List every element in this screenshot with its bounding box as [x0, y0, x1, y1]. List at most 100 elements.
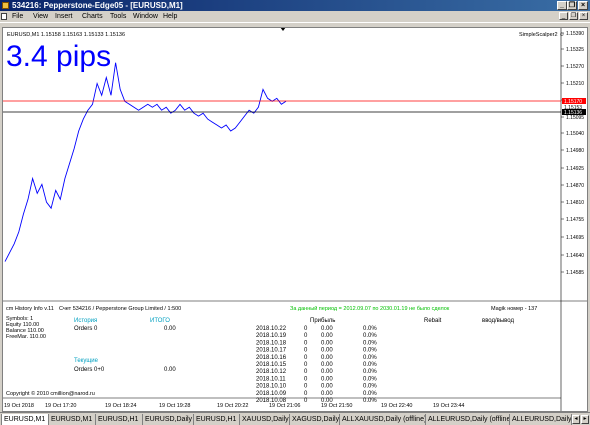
menu-file[interactable]: File [12, 11, 23, 22]
tab-scroll-right-icon[interactable]: ▸ [581, 415, 589, 424]
row-date: 2018.10.18 [256, 340, 287, 346]
menu-view[interactable]: View [33, 11, 48, 22]
price-axis-ticks: 1.153901.153251.152701.152101.151501.150… [561, 31, 584, 276]
mdi-close-button[interactable]: × [579, 12, 588, 20]
tab-eurusd-daily[interactable]: EURUSD,Daily [143, 414, 194, 425]
price-tick: 1.14755 [566, 217, 584, 223]
row-percent: 0.0% [363, 362, 377, 368]
row-profit: 0.00 [321, 391, 333, 397]
tab-eurusd-m1-2[interactable]: EURUSD,M1 [49, 414, 96, 425]
pips-label: 3.4 pips [6, 40, 111, 73]
tab-eurusd-m1[interactable]: EURUSD,M1 [1, 414, 49, 425]
tab-alleurusd-offline[interactable]: ALLEURUSD,Daily (offline) [426, 414, 510, 425]
document-icon[interactable] [1, 13, 7, 20]
time-tick: 19 Oct 18:24 [105, 403, 137, 409]
row-percent: 0.0% [363, 398, 377, 404]
row-profit: 0.00 [321, 362, 333, 368]
time-tick: 19 Oct 22:40 [381, 403, 413, 409]
price-tick: 1.14810 [566, 200, 584, 206]
magic-caption: Magik номер - 137 [491, 306, 537, 312]
row-date: 2018.10.15 [256, 362, 287, 368]
row-count: 0 [304, 326, 308, 332]
row-count: 0 [304, 362, 308, 368]
symbol-header: EURUSD,M1 1.15158 1.15163 1.15133 1.1513… [7, 32, 125, 38]
chart-window[interactable]: EURUSD,M1 1.15158 1.15163 1.15133 1.1513… [2, 27, 588, 412]
tab-scroll-left-icon[interactable]: ◂ [572, 415, 580, 424]
row-percent: 0.0% [363, 384, 377, 390]
chart-tab-bar: EURUSD,M1 EURUSD,M1 EURUSD,H1 EURUSD,Dai… [0, 412, 590, 425]
row-profit: 0.00 [321, 326, 333, 332]
menu-bar: File View Insert Charts Tools Window Hel… [0, 11, 590, 22]
row-date: 2018.10.17 [256, 348, 287, 354]
row-date: 2018.10.19 [256, 333, 287, 339]
black-level-label: 1.15136 [564, 110, 582, 116]
freemar-line: FreeMar. 110.00 [6, 334, 46, 340]
menu-tools[interactable]: Tools [110, 11, 126, 22]
row-profit: 0.00 [321, 384, 333, 390]
price-tick: 1.14870 [566, 183, 584, 189]
row-date: 2018.10.09 [256, 391, 287, 397]
tab-xagusd-daily[interactable]: XAGUSD,Daily [290, 414, 340, 425]
row-count: 0 [304, 376, 308, 382]
tab-eurusd-h1-2[interactable]: EURUSD,H1 [194, 414, 240, 425]
account-caption: Счет 534216 / Pepperstone Group Limited … [59, 306, 181, 312]
row-percent: 0.0% [363, 355, 377, 361]
rebait-header: Rebait [424, 318, 442, 324]
menu-insert[interactable]: Insert [55, 11, 73, 22]
price-tick: 1.15325 [566, 47, 584, 53]
time-tick: 19 Oct 23:44 [433, 403, 465, 409]
price-tick: 1.14980 [566, 148, 584, 154]
tab-allxauusd-offline[interactable]: ALLXAUUSD,Daily (offline) [340, 414, 426, 425]
time-tick: 19 Oct 2018 [4, 403, 34, 409]
profit-header: Прибыль [310, 318, 335, 324]
price-tick: 1.14695 [566, 235, 584, 241]
row-percent: 0.0% [363, 340, 377, 346]
row-profit: 0.00 [321, 348, 333, 354]
tab-xauusd-daily[interactable]: XAUUSD,Daily [240, 414, 290, 425]
menu-window[interactable]: Window [133, 11, 158, 22]
minimize-button[interactable]: _ [557, 1, 567, 10]
copyright: Copyright © 2010 cmillion@narod.ru [6, 390, 95, 397]
price-tick: 1.14925 [566, 166, 584, 172]
row-profit: 0.00 [321, 340, 333, 346]
price-chart[interactable]: EURUSD,M1 1.15158 1.15163 1.15133 1.1513… [3, 27, 587, 411]
tab-eurusd-h1[interactable]: EURUSD,H1 [96, 414, 143, 425]
menu-help[interactable]: Help [163, 11, 177, 22]
time-tick: 19 Oct 17:20 [45, 403, 77, 409]
panel-caption: cm History Info v.11 [6, 306, 54, 312]
period-caption: За данный период = 2012.09.07 по 2030.01… [290, 305, 450, 312]
price-tick: 1.15270 [566, 64, 584, 70]
row-profit: 0.00 [321, 376, 333, 382]
row-profit: 0.00 [321, 333, 333, 339]
itogo-label: ИТОГО [150, 318, 170, 324]
row-profit: 0.00 [321, 355, 333, 361]
price-line [4, 62, 287, 262]
history-rows: 2018.10.22 0 0.00 0.0% 2018.10.19 0 0.00 0.0% 20… [256, 326, 377, 404]
mdi-minimize-button[interactable]: _ [559, 12, 568, 20]
row-profit: 0.00 [321, 369, 333, 375]
mdi-restore-button[interactable]: ❐ [569, 12, 578, 20]
tab-alleurusd-daily[interactable]: ALLEURUSD,Daily [510, 414, 572, 425]
row-percent: 0.0% [363, 369, 377, 375]
orders-label: Orders 0 [74, 326, 98, 332]
time-tick: 19 Oct 20:22 [217, 403, 249, 409]
row-percent: 0.0% [363, 391, 377, 397]
current-label: Текущие [74, 358, 99, 364]
row-date: 2018.10.10 [256, 384, 287, 390]
price-tick: 1.15390 [566, 31, 584, 37]
menu-charts[interactable]: Charts [82, 11, 103, 22]
row-count: 0 [304, 384, 308, 390]
close-button[interactable]: × [578, 1, 588, 10]
restore-button[interactable]: ❐ [567, 1, 577, 10]
vvod-header: ввод/вывод [482, 318, 515, 324]
time-axis-ticks: 19 Oct 2018 19 Oct 17:20 19 Oct 18:24 19… [4, 403, 465, 409]
row-percent: 0.0% [363, 326, 377, 332]
row-percent: 0.0% [363, 376, 377, 382]
price-tick: 1.15210 [566, 81, 584, 87]
price-tick: 1.15040 [566, 131, 584, 137]
row-date: 2018.10.16 [256, 355, 287, 361]
orders-current: Orders 0+0 [74, 367, 105, 373]
row-date: 2018.10.11 [256, 376, 286, 382]
app-icon [2, 2, 9, 9]
row-date: 2018.10.22 [256, 326, 287, 332]
